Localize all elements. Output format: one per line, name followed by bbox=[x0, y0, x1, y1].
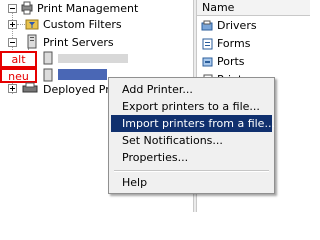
list-item-label: Ports bbox=[217, 55, 245, 68]
context-menu: Add Printer... Export printers to a file… bbox=[108, 77, 275, 194]
redacted-server-name[interactable] bbox=[58, 54, 128, 63]
tree-item-custom-filters[interactable]: Custom Filters bbox=[43, 18, 122, 31]
driver-icon bbox=[201, 20, 213, 31]
menu-item-properties[interactable]: Properties... bbox=[111, 149, 272, 166]
tree-item-print-management[interactable]: Print Management bbox=[37, 2, 138, 15]
menu-item-help[interactable]: Help bbox=[111, 174, 272, 191]
collapse-root-toggle[interactable] bbox=[8, 4, 17, 13]
menu-item-export-printers[interactable]: Export printers to a file... bbox=[111, 98, 272, 115]
expand-custom-filters-toggle[interactable] bbox=[8, 20, 17, 29]
server-icon bbox=[43, 68, 53, 82]
collapse-print-servers-toggle[interactable] bbox=[8, 38, 17, 47]
menu-item-set-notifications[interactable]: Set Notifications... bbox=[111, 132, 272, 149]
column-header-label: Name bbox=[202, 1, 235, 14]
server-icon bbox=[43, 51, 53, 65]
menu-item-add-printer[interactable]: Add Printer... bbox=[111, 81, 272, 98]
forms-icon bbox=[202, 38, 213, 50]
server-icon bbox=[27, 34, 37, 49]
list-item[interactable]: Drivers bbox=[201, 19, 309, 33]
menu-separator bbox=[114, 170, 269, 172]
annotation-label-alt: alt bbox=[0, 51, 37, 68]
deployed-printers-icon bbox=[22, 82, 38, 93]
tree-line bbox=[17, 24, 25, 25]
list-item[interactable]: Ports bbox=[201, 55, 309, 69]
expand-deployed-printers-toggle[interactable] bbox=[8, 84, 17, 93]
filter-folder-icon bbox=[25, 19, 39, 30]
column-header-name[interactable]: Name bbox=[197, 0, 310, 16]
ports-icon bbox=[202, 57, 213, 67]
tree-item-deployed-printers[interactable]: Deployed Pr bbox=[43, 83, 110, 96]
print-management-icon bbox=[21, 1, 33, 15]
tree-item-print-servers[interactable]: Print Servers bbox=[43, 36, 114, 49]
list-item-label: Drivers bbox=[217, 19, 257, 32]
menu-item-import-printers[interactable]: Import printers from a file... bbox=[111, 115, 275, 132]
list-item[interactable]: Forms bbox=[201, 37, 309, 51]
redacted-server-name-selected[interactable] bbox=[58, 69, 107, 80]
list-item-label: Forms bbox=[217, 37, 251, 50]
